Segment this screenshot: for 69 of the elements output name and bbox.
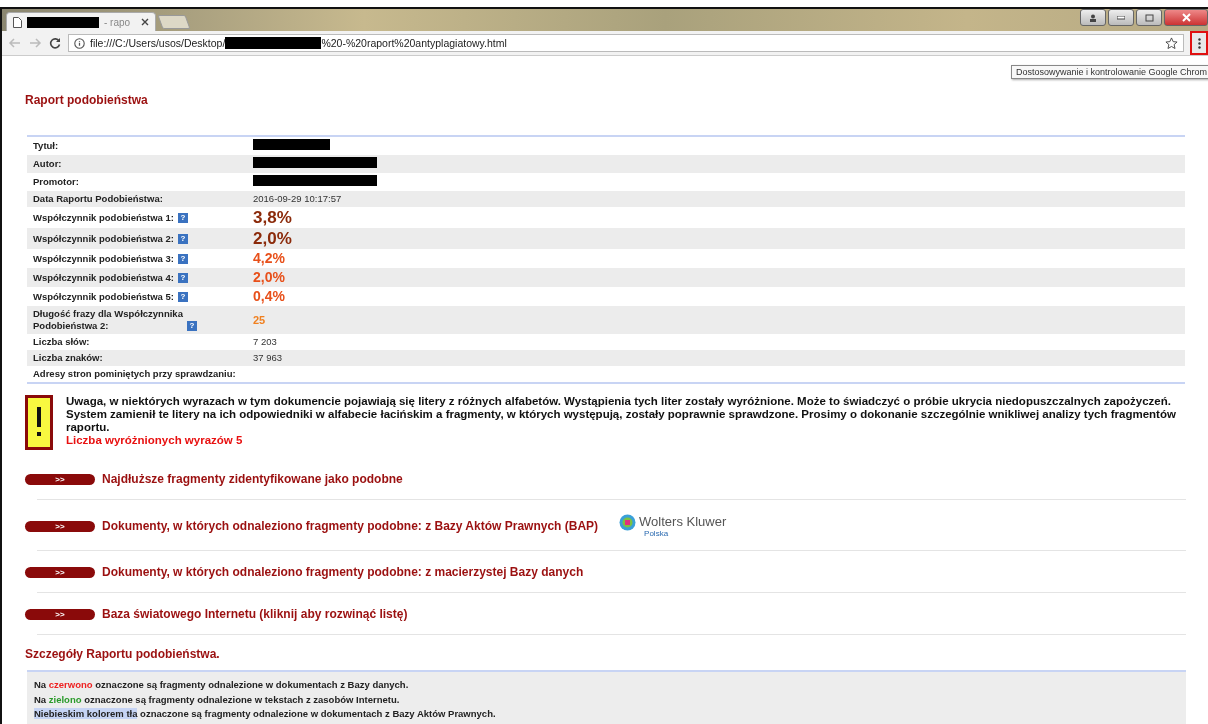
- help-icon[interactable]: ?: [177, 272, 188, 283]
- help-icon[interactable]: ?: [177, 253, 188, 264]
- restore-button[interactable]: [1136, 9, 1162, 26]
- tab-title: - rapo: [104, 16, 131, 28]
- close-button[interactable]: [1164, 9, 1208, 26]
- page-icon: [13, 16, 22, 28]
- help-icon[interactable]: ?: [187, 321, 197, 331]
- help-icon[interactable]: ?: [177, 212, 188, 223]
- logo-subtitle: Polska: [644, 529, 670, 538]
- report-title: Raport podobieństwa: [25, 93, 149, 107]
- url-text: file:///C:/Users/usos/Desktop/: [90, 37, 226, 49]
- menu-button[interactable]: [1190, 31, 1208, 55]
- address-bar[interactable]: file:///C:/Users/usos/Desktop/ %20-%20raport%20antyplagiatowy.html: [68, 34, 1184, 52]
- row-label: Współczynnik podobieństwa 2:: [33, 232, 174, 245]
- minimize-icon: [1117, 15, 1125, 20]
- logo-name: Wolters Kluwer: [639, 514, 727, 529]
- row-value: 25: [253, 313, 266, 326]
- warning-icon: [25, 395, 53, 450]
- row-value: 2,0%: [253, 229, 292, 248]
- row-label: Data Raportu Podobieństwa:: [33, 193, 163, 205]
- redaction-bar: [27, 16, 99, 28]
- warning-text: Uwaga, w niektórych wyrazach w tym dokumencie pojawiają się litery z różnych alfabetów. Wystąpienia tych liter zostały wyróżnione. Może to świadczyć o próbie ukrycia niedopuszczalnych zapożyczeń. System zamienił te litery na ich odpowiedniki w alfabecie łacińskim a fragmenty, w których występują, zostały poprawnie sprawdzone. Prosimy o dokonanie szczególnie wnikliwej analizy tych fragmentów raportu.: [66, 395, 1177, 434]
- row-value: 37 963: [253, 352, 283, 363]
- row-label: Liczba słów:: [33, 336, 90, 348]
- details-title: Szczegóły Raportu podobieństwa.: [25, 647, 221, 661]
- close-icon: [1181, 13, 1191, 22]
- legend-text: Niebieskim kolorem tła oznaczone są fragmenty odnalezione w dokumentach z Bazy Aktów Prawnych.: [34, 707, 497, 721]
- expand-button[interactable]: >>: [25, 520, 95, 532]
- row-label: Współczynnik podobieństwa 4:: [33, 271, 174, 284]
- minimize-button[interactable]: [1108, 9, 1134, 26]
- star-icon[interactable]: [1165, 36, 1178, 50]
- section-title: Dokumenty, w których odnaleziono fragmenty podobne: z Bazy Aktów Prawnych (BAP): [102, 519, 599, 533]
- row-label: Współczynnik podobieństwa 5:: [33, 290, 174, 303]
- row-value: 4,2%: [253, 250, 285, 266]
- logo-icon: [619, 514, 637, 531]
- row-label: Tytuł:: [33, 140, 59, 152]
- close-icon[interactable]: [141, 18, 149, 26]
- row-label: Współczynnik podobieństwa 3:: [33, 252, 174, 265]
- section-title: Najdłuższe fragmenty zidentyfikowane jako podobne: [102, 472, 403, 486]
- tooltip: Dostosowywanie i kontrolowanie Google Chrom: [1010, 65, 1208, 79]
- expand-button[interactable]: >>: [25, 566, 95, 578]
- row-value: 2016-09-29 10:17:57: [253, 193, 342, 204]
- user-icon: [1089, 13, 1097, 22]
- row-label: Liczba znaków:: [33, 352, 103, 364]
- row-label: Promotor:: [33, 176, 79, 188]
- info-icon[interactable]: [74, 37, 85, 49]
- legend-text: Na czerwono oznaczone są fragmenty odnalezione w dokumentach z Bazy danych.: [34, 678, 410, 692]
- row-label: Autor:: [33, 158, 62, 170]
- row-value: 7 203: [253, 336, 277, 347]
- menu-icon: [1197, 37, 1201, 49]
- help-icon[interactable]: ?: [177, 291, 188, 302]
- user-button[interactable]: [1080, 9, 1106, 26]
- highlighted-word-count: Liczba wyróżnionych wyrazów 5: [66, 434, 244, 447]
- section-title: Dokumenty, w których odnaleziono fragmenty podobne: z macierzystej Bazy danych: [102, 565, 584, 579]
- expand-button[interactable]: >>: [25, 473, 95, 485]
- row-label: Współczynnik podobieństwa 1:: [33, 211, 174, 224]
- row-label: Długość frazy dla Współczynnika Podobieństwa 2:: [33, 308, 183, 332]
- legend-text: Na zielono oznaczone są fragmenty odnalezione w tekstach z zasobów Internetu.: [34, 692, 401, 707]
- expand-button[interactable]: >>: [25, 608, 95, 620]
- browser-tab[interactable]: - rapo: [6, 12, 156, 31]
- restore-icon: [1144, 13, 1154, 22]
- reload-icon[interactable]: [48, 36, 62, 50]
- row-value: 0,4%: [253, 288, 285, 304]
- help-icon[interactable]: ?: [177, 233, 188, 244]
- url-text: %20-%20raport%20antyplagiatowy.html: [321, 37, 507, 49]
- row-label: Adresy stron pominiętych przy sprawdzaniu:: [33, 368, 236, 380]
- row-value: 2,0%: [253, 269, 285, 285]
- section-title: Baza światowego Internetu (kliknij aby rozwinąć listę): [102, 607, 408, 621]
- row-value: 3,8%: [253, 208, 292, 227]
